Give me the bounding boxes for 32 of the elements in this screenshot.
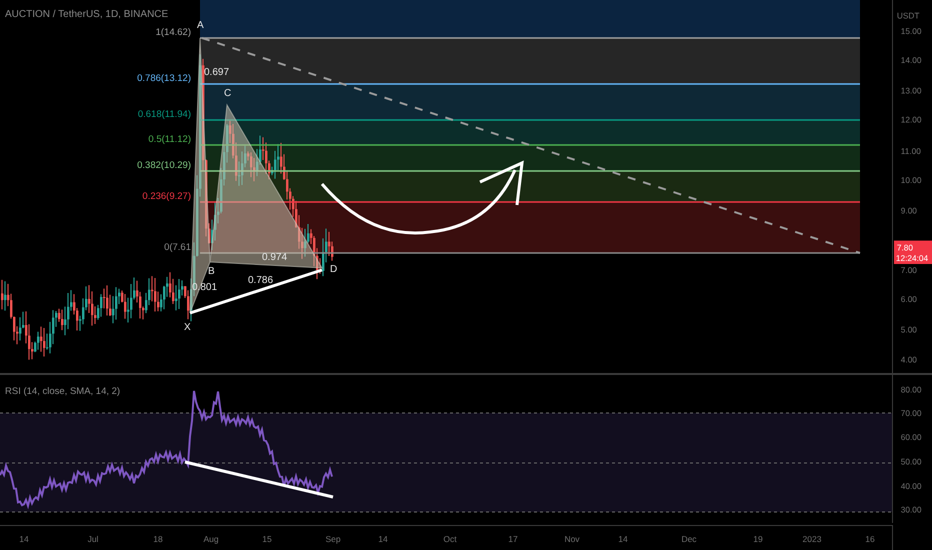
- time-axis-label: Jul: [88, 534, 98, 544]
- time-axis-label: 15: [262, 534, 272, 544]
- fib-level-label: 0.786(13.12): [137, 73, 191, 84]
- time-axis-label: Sep: [325, 534, 341, 544]
- time-axis-label: Oct: [443, 534, 457, 544]
- fib-level-label: 0.618(11.94): [138, 109, 191, 120]
- pattern-point-label: X: [184, 322, 191, 333]
- fib-level-label: 0.236(9.27): [142, 191, 191, 202]
- chart-title: AUCTION / TetherUS, 1D, BINANCE: [5, 9, 168, 20]
- time-axis-label: 16: [865, 534, 875, 544]
- fib-level-label: 0(7.61: [164, 242, 191, 253]
- fib-level-label: 1(14.62): [156, 27, 191, 38]
- fib-level-label: 0.5(11.12): [148, 134, 191, 145]
- time-axis-label: 14: [618, 534, 628, 544]
- pattern-point-label: B: [208, 266, 215, 277]
- time-axis-label: 2023: [802, 534, 822, 544]
- fib-level-label: 0.382(10.29): [137, 160, 191, 171]
- time-axis-label: 14: [19, 534, 29, 544]
- time-axis-label: 14: [378, 534, 388, 544]
- time-axis-label: 17: [508, 534, 518, 544]
- time-axis-label: 19: [753, 534, 763, 544]
- pattern-point-label: A: [197, 20, 204, 31]
- time-axis-label: Dec: [681, 534, 697, 544]
- time-axis-label: Nov: [564, 534, 580, 544]
- time-axis-label: Aug: [203, 534, 219, 544]
- pattern-point-label: C: [224, 88, 232, 99]
- pattern-ratio-label: 0.786: [248, 275, 274, 286]
- time-axis-label: 18: [153, 534, 163, 544]
- price-tag: [894, 240, 932, 264]
- rsi-title: RSI (14, close, SMA, 14, 2): [5, 386, 120, 397]
- pattern-point-label: D: [330, 264, 338, 275]
- pattern-ratio-label: 0.974: [262, 252, 288, 263]
